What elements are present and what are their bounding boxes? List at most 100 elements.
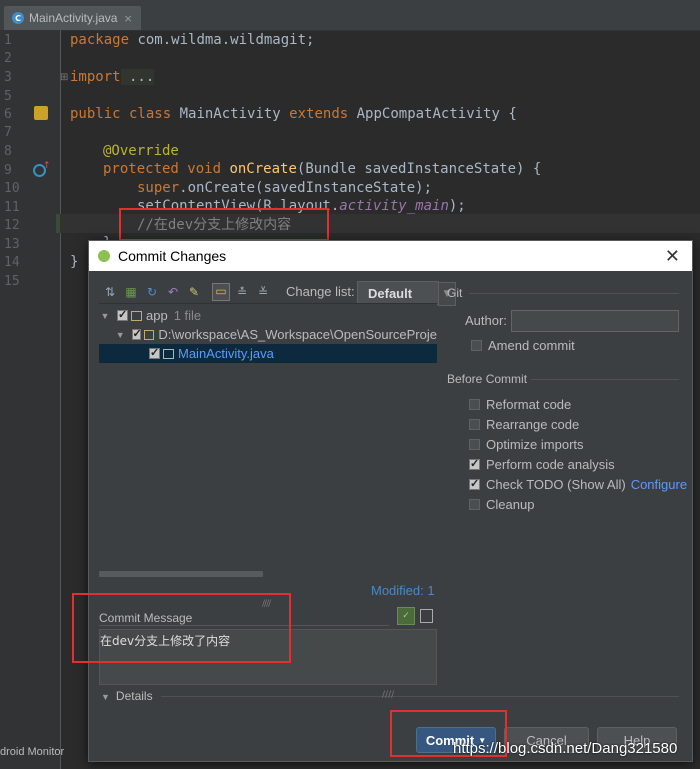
commit-changes-dialog: Commit Changes ✕ ⇅ ▦ ↻ ↶ ✎ ▭ ≛ ≚ Change … xyxy=(88,240,693,762)
dialog-title-bar: Commit Changes ✕ xyxy=(89,241,692,271)
line-number: 5 xyxy=(4,89,12,104)
amend-commit-option[interactable]: Amend commit xyxy=(471,336,575,354)
close-tab-icon[interactable]: × xyxy=(123,12,132,25)
details-toggle[interactable]: ▼ Details xyxy=(101,689,153,703)
editor-tab-label: MainActivity.java xyxy=(29,11,118,25)
code-text: ); xyxy=(448,198,466,214)
move-to-changelist-icon[interactable]: ▦ xyxy=(124,285,138,299)
line-number: 6 xyxy=(4,107,12,122)
option-checkbox[interactable] xyxy=(469,438,480,450)
code-keyword: public class xyxy=(70,106,172,122)
line-number: 1 xyxy=(4,33,12,48)
code-line-3[interactable]: import ... xyxy=(70,68,155,87)
optimize-imports-option[interactable]: Optimize imports xyxy=(469,435,584,453)
configure-link[interactable]: Configure xyxy=(631,477,687,492)
option-checkbox[interactable] xyxy=(469,457,480,470)
line-number: 12 xyxy=(4,218,20,233)
change-list-label: Change list: xyxy=(286,284,355,299)
tree-checkbox[interactable] xyxy=(117,308,128,321)
author-input[interactable] xyxy=(511,310,679,332)
change-list-select[interactable]: Default ▼ xyxy=(357,281,456,306)
code-line-1[interactable]: package com.wildma.wildmagit; xyxy=(70,31,314,50)
code-line-10[interactable]: super.onCreate(savedInstanceState); xyxy=(137,179,432,198)
option-label: Cleanup xyxy=(486,496,535,512)
horizontal-scrollbar[interactable] xyxy=(99,571,263,577)
android-studio-icon xyxy=(98,250,110,262)
code-keyword: package xyxy=(70,32,130,48)
cleanup-option[interactable]: Cleanup xyxy=(469,495,534,513)
tree-node-label: app xyxy=(146,308,168,323)
option-checkbox[interactable] xyxy=(469,418,480,430)
line-number: 10 xyxy=(4,181,20,196)
code-keyword: import xyxy=(70,69,121,85)
code-text: .onCreate(savedInstanceState); xyxy=(179,180,433,196)
file-icon xyxy=(163,348,174,359)
annotation-highlight-code xyxy=(119,208,329,241)
change-list-value: Default xyxy=(368,285,413,301)
section-divider xyxy=(531,379,679,380)
folded-imports[interactable]: ... xyxy=(120,69,155,85)
modified-count: Modified: 1 xyxy=(371,583,435,598)
show-diff-icon[interactable]: ⇅ xyxy=(103,285,117,299)
reformat-code-option[interactable]: Reformat code xyxy=(469,395,571,413)
line-number: 3 xyxy=(4,70,12,85)
git-section-title: Git xyxy=(447,286,463,300)
option-checkbox[interactable] xyxy=(469,398,480,410)
vcs-change-marker[interactable] xyxy=(56,214,60,233)
commit-history-icon[interactable] xyxy=(420,609,433,623)
editor-tab-mainactivity[interactable]: C MainActivity.java × xyxy=(4,6,141,30)
expand-arrow-icon[interactable]: ▼ xyxy=(99,311,111,321)
option-checkbox[interactable] xyxy=(469,477,480,490)
refresh-icon[interactable]: ↻ xyxy=(145,285,159,299)
line-number: 15 xyxy=(4,274,20,289)
option-label: Reformat code xyxy=(486,396,572,412)
collapse-arrow-icon[interactable]: ▼ xyxy=(101,692,110,702)
spellcheck-icon[interactable]: ✓ xyxy=(397,607,415,625)
code-line-8[interactable]: @Override xyxy=(103,142,179,161)
tree-node-app[interactable]: ▼ app 1 file xyxy=(99,306,437,325)
tree-node-directory[interactable]: ▼ D:\workspace\AS_Workspace\OpenSourcePr… xyxy=(99,325,437,344)
close-dialog-button[interactable]: ✕ xyxy=(665,246,680,267)
expand-arrow-icon[interactable]: ▼ xyxy=(115,330,126,340)
tree-checkbox[interactable] xyxy=(149,346,160,359)
android-monitor-tab[interactable]: droid Monitor xyxy=(0,746,64,758)
option-label: Perform code analysis xyxy=(486,456,615,472)
code-text: AppCompatActivity { xyxy=(348,106,517,122)
tree-checkbox[interactable] xyxy=(131,327,142,340)
check-todo-option[interactable]: Check TODO (Show All) Configure xyxy=(469,475,687,493)
dialog-title: Commit Changes xyxy=(118,248,227,264)
edit-source-icon[interactable]: ✎ xyxy=(187,285,201,299)
code-line-14[interactable]: } xyxy=(70,253,78,272)
amend-commit-checkbox[interactable] xyxy=(471,339,482,351)
option-label: Amend commit xyxy=(488,337,575,353)
splitter-grip-icon[interactable]: //// xyxy=(382,690,394,700)
details-label: Details xyxy=(115,689,153,703)
line-number: 8 xyxy=(4,144,12,159)
code-method-name: onCreate xyxy=(229,161,297,177)
tree-node-file[interactable]: MainActivity.java xyxy=(99,344,437,363)
code-line-9[interactable]: protected void onCreate(Bundle savedInst… xyxy=(103,160,541,179)
option-checkbox[interactable] xyxy=(469,498,480,510)
line-number: 7 xyxy=(4,125,12,140)
fold-expand-icon[interactable]: ⊞ xyxy=(60,72,68,83)
group-by-directory-icon[interactable]: ▭ xyxy=(212,283,230,301)
android-component-icon[interactable] xyxy=(34,106,48,120)
section-divider xyxy=(469,293,679,294)
rollback-icon[interactable]: ↶ xyxy=(166,285,180,299)
code-text: } xyxy=(70,254,79,270)
rearrange-code-option[interactable]: Rearrange code xyxy=(469,415,579,433)
annotation-highlight-message xyxy=(72,593,291,663)
tree-node-label: D:\workspace\AS_Workspace\OpenSourceProj… xyxy=(158,327,437,342)
option-label: Rearrange code xyxy=(486,416,580,432)
code-line-6[interactable]: public class MainActivity extends AppCom… xyxy=(70,105,517,124)
details-divider xyxy=(401,696,679,697)
code-keyword: extends xyxy=(289,106,349,122)
code-keyword: protected void xyxy=(103,161,222,177)
expand-all-icon[interactable]: ≛ xyxy=(235,285,249,299)
perform-code-analysis-option[interactable]: Perform code analysis xyxy=(469,455,615,473)
collapse-all-icon[interactable]: ≚ xyxy=(256,285,270,299)
changed-files-tree: ▼ app 1 file ▼ D:\workspace\AS_Workspace… xyxy=(99,303,437,576)
module-folder-icon xyxy=(131,310,142,321)
tree-node-label: MainActivity.java xyxy=(178,346,274,361)
watermark: https://blog.csdn.net/Dang321580 xyxy=(453,740,678,757)
